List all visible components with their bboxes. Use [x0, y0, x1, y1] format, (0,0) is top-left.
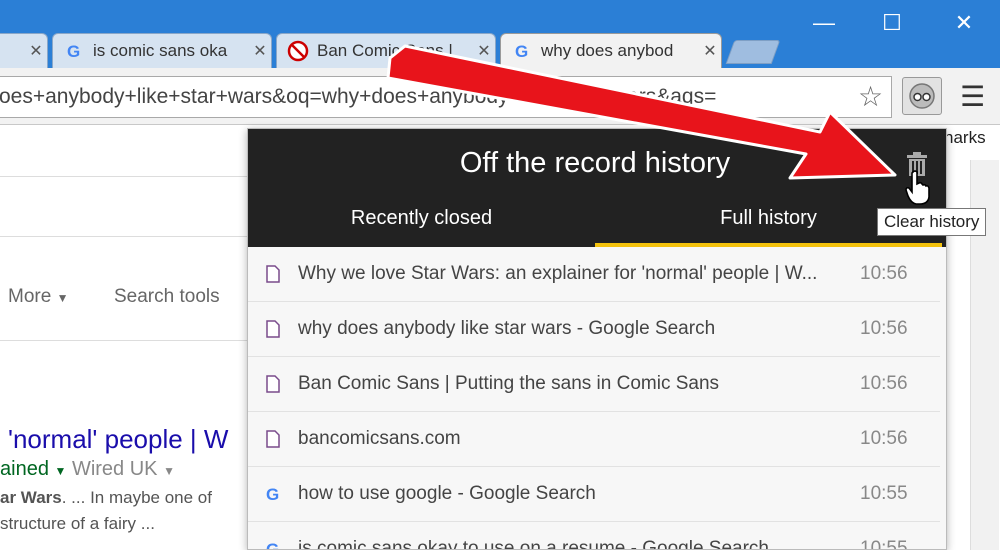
hand-cursor-icon — [905, 170, 930, 205]
page-icon — [248, 265, 298, 283]
history-item-time: 10:56 — [860, 263, 908, 284]
divider — [0, 340, 248, 341]
history-item[interactable]: G is comic sans okay to use on a resume … — [248, 522, 940, 550]
more-menu[interactable]: More ▼ — [8, 286, 68, 308]
history-item-title: is comic sans okay to use on a resume - … — [298, 538, 770, 550]
history-item-title: how to use google - Google Search — [298, 483, 596, 504]
tab-comic-sans-search[interactable]: G is comic sans oka ✕ — [52, 33, 272, 68]
google-icon: G — [248, 484, 298, 504]
tab-close-icon[interactable]: ✕ — [25, 41, 47, 61]
history-item[interactable]: why does anybody like star wars - Google… — [248, 302, 940, 357]
history-item[interactable]: Ban Comic Sans | Putting the sans in Com… — [248, 357, 940, 412]
history-item-title: bancomicsans.com — [298, 428, 461, 449]
result-meta: ained ▼ Wired UK ▼ — [0, 458, 175, 481]
off-the-record-history-popup: Off the record history Recently closed F… — [247, 128, 947, 550]
menu-icon[interactable]: ☰ — [960, 80, 985, 113]
history-item-title: why does anybody like star wars - Google… — [298, 318, 716, 339]
result-url[interactable]: ained — [0, 458, 49, 480]
bookmarks-label[interactable]: narks — [944, 128, 986, 148]
history-item[interactable]: Why we love Star Wars: an explainer for … — [248, 247, 940, 302]
tab-partial[interactable]: ✕ — [0, 33, 48, 68]
result-snippet-line: structure of a fairy ... — [0, 514, 155, 533]
more-label: More — [8, 286, 52, 307]
history-list: Why we love Star Wars: an explainer for … — [248, 247, 940, 550]
chevron-down-icon[interactable]: ▼ — [163, 464, 175, 478]
divider — [0, 176, 248, 177]
history-item-time: 10:55 — [860, 483, 908, 504]
google-icon: G — [63, 40, 85, 62]
chevron-down-icon: ▼ — [56, 291, 69, 305]
divider — [0, 236, 248, 237]
page-icon — [248, 375, 298, 393]
svg-text:G: G — [266, 540, 279, 550]
annotation-arrow — [386, 44, 897, 180]
history-item-time: 10:56 — [860, 428, 908, 449]
ban-comic-sans-icon — [287, 40, 309, 62]
close-window-button[interactable]: ✕ — [944, 10, 984, 36]
svg-text:G: G — [266, 485, 279, 504]
history-item-title: Why we love Star Wars: an explainer for … — [298, 263, 818, 284]
tab-label: is comic sans oka — [93, 41, 228, 60]
off-the-record-history-button[interactable] — [902, 77, 942, 115]
search-tools-button[interactable]: Search tools — [114, 286, 220, 308]
page-icon — [248, 320, 298, 338]
tab-recently-closed[interactable]: Recently closed — [248, 201, 595, 247]
page-icon — [248, 430, 298, 448]
google-icon: G — [248, 539, 298, 550]
snippet-text: . ... In maybe one of — [61, 488, 212, 507]
snippet-bold: ar Wars — [0, 488, 62, 507]
history-item-time: 10:56 — [860, 318, 908, 339]
clear-history-tooltip: Clear history — [877, 208, 987, 236]
minimize-button[interactable]: — — [804, 10, 844, 36]
svg-text:G: G — [67, 42, 80, 61]
history-item-time: 10:56 — [860, 373, 908, 394]
history-item-time: 10:55 — [860, 538, 908, 550]
result-snippet-line: ar Wars. ... In maybe one of — [0, 488, 212, 508]
history-item[interactable]: G how to use google - Google Search 10:5… — [248, 467, 940, 522]
maximize-button[interactable]: ☐ — [872, 10, 912, 36]
incognito-glasses-icon — [909, 83, 935, 109]
history-item[interactable]: bancomicsans.com 10:56 — [248, 412, 940, 467]
history-item-title: Ban Comic Sans | Putting the sans in Com… — [298, 373, 720, 394]
tab-close-icon[interactable]: ✕ — [249, 41, 271, 61]
chevron-down-icon[interactable]: ▼ — [55, 464, 67, 478]
result-title-link[interactable]: 'normal' people | W — [8, 424, 228, 455]
result-source: Wired UK — [71, 458, 158, 480]
